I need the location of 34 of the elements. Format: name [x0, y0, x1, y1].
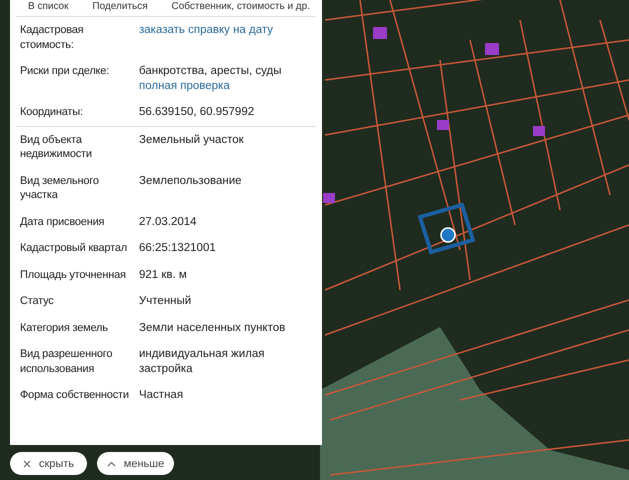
- field-value: 66:25:1321001: [139, 241, 216, 256]
- panel-tab[interactable]: Собственник, стоимость и др.: [172, 0, 310, 13]
- field-value: 921 кв. м: [139, 268, 187, 282]
- field-link[interactable]: полная проверка: [139, 78, 230, 93]
- field-value: 27.03.2014: [139, 214, 197, 229]
- field-label: Вид разрешенного использования: [20, 347, 114, 376]
- panel-tab[interactable]: Поделиться: [92, 0, 148, 13]
- field-label: Координаты:: [20, 105, 84, 120]
- field-label: Вид земельного участка: [20, 174, 100, 202]
- field-value: Частная: [139, 388, 184, 402]
- field-label: Риски при сделке:: [20, 64, 110, 79]
- field-label: Статус: [20, 294, 55, 308]
- collapse-button[interactable]: меньше: [97, 452, 174, 475]
- field-label: Дата присвоения: [20, 214, 106, 229]
- field-value: Землепользование: [139, 174, 242, 188]
- field-value: 56.639150, 60.957992: [139, 105, 254, 120]
- field-link[interactable]: заказать справку на дату: [139, 23, 274, 38]
- close-icon: [22, 460, 31, 468]
- field-label: Форма собственности: [20, 388, 130, 402]
- chevron-up-icon: [106, 460, 116, 466]
- field-label: Вид объекта недвижимости: [20, 132, 93, 162]
- panel-tab[interactable]: В список: [28, 0, 68, 13]
- field-value: Учтенный: [139, 294, 192, 308]
- field-value: Земельный участок: [139, 132, 244, 147]
- field-value: индивидуальная жилая застройка: [139, 347, 266, 376]
- field-value: Земли населенных пунктов: [139, 320, 286, 335]
- location-dot: [440, 227, 456, 243]
- field-label: Категория земель: [20, 320, 109, 335]
- selected-parcel: [417, 202, 476, 254]
- field-label: Кадастровая стоимость:: [20, 23, 84, 52]
- field-value: банкротства, аресты, суды: [139, 64, 282, 78]
- hide-button[interactable]: скрыть: [10, 452, 87, 475]
- field-label: Площадь уточненная: [20, 268, 127, 282]
- field-label: Кадастровый квартал: [20, 241, 128, 256]
